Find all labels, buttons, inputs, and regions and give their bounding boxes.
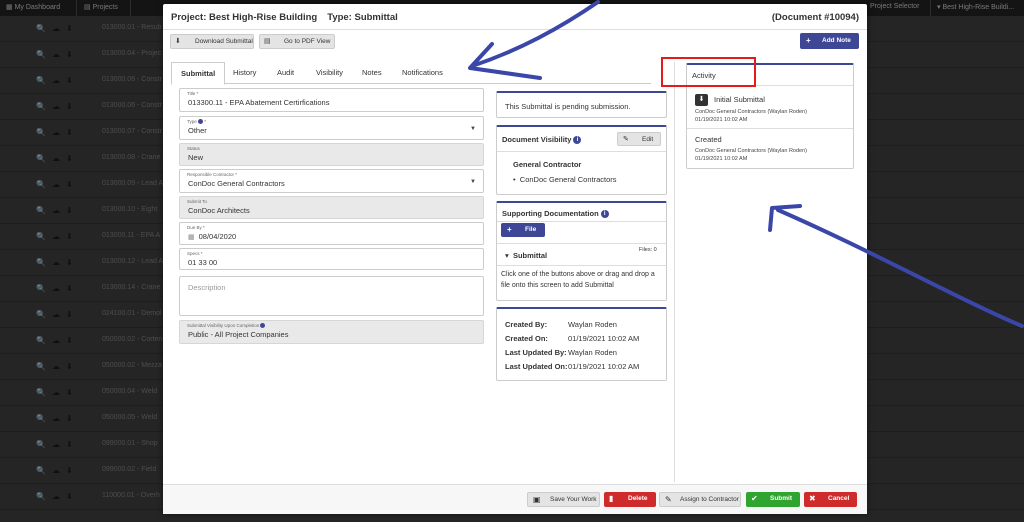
modal-header: Project: Best High-Rise Building Type: Su…	[163, 4, 867, 30]
modal-title: Project: Best High-Rise Building Type: Su…	[171, 12, 398, 23]
tab-visibility[interactable]: Visibility	[316, 68, 343, 77]
document-number: (Document #10094)	[771, 12, 859, 23]
assign-to-contractor-button[interactable]: ✎ Assign to Contractor	[659, 492, 741, 507]
save-icon: ▣	[533, 495, 541, 504]
calendar-icon: ▦	[188, 234, 195, 241]
due-by-field[interactable]: Due By * ▦ 08/04/2020	[179, 222, 484, 245]
tab-notifications[interactable]: Notifications	[402, 68, 443, 77]
document-icon: ▤	[264, 38, 271, 45]
caret-down-icon: ▼	[470, 126, 476, 132]
download-icon: ⬇	[175, 38, 181, 45]
pending-status-panel: This Submittal is pending submission.	[496, 91, 667, 118]
responsible-contractor-select[interactable]: Responsible Contractor * ConDoc General …	[179, 169, 484, 193]
info-icon	[198, 119, 204, 125]
tab-bar: Submittal History Audit Visibility Notes…	[171, 62, 651, 85]
document-meta-panel: Created By: Waylan Roden Created On: 01/…	[496, 307, 667, 381]
specs-field[interactable]: Specs * 01 33 00	[179, 248, 484, 270]
type-title: Type: Submittal	[327, 12, 398, 23]
save-your-work-button[interactable]: ▣ Save Your Work	[527, 492, 600, 507]
document-visibility-panel: Document Visibility i ✎ Edit General Cont…	[496, 125, 667, 195]
modal-footer: ▣ Save Your Work ▮ Delete ✎ Assign to Co…	[163, 484, 867, 514]
close-icon: ✖	[809, 494, 816, 503]
supporting-documentation-panel: Supporting Documentation i + File ▾ Submi…	[496, 201, 667, 301]
status-field: Status New	[179, 143, 484, 166]
plus-icon: +	[507, 225, 512, 234]
info-icon: i	[600, 210, 609, 219]
updated-by: Waylan Roden	[568, 348, 617, 357]
submit-to-field: Submit To ConDoc Architects	[179, 196, 484, 219]
files-count: Files: 0	[639, 247, 657, 253]
plus-icon: +	[806, 36, 811, 45]
updated-on: 01/19/2021 10:02 AM	[568, 362, 640, 371]
add-file-button[interactable]: + File	[501, 223, 545, 237]
project-title: Project: Best High-Rise Building	[171, 12, 318, 23]
title-field[interactable]: Title * 013300.11 - EPA Abatement Certir…	[179, 88, 484, 112]
tab-submittal[interactable]: Submittal	[171, 62, 226, 85]
drop-instructions-1: Click one of the buttons above or drag a…	[501, 271, 655, 278]
add-note-button[interactable]: + Add Note	[800, 33, 859, 49]
info-icon	[260, 323, 266, 329]
activity-item-initial-submittal[interactable]: Initial Submittal	[714, 95, 765, 104]
edit-box-icon: ✎	[665, 495, 672, 504]
visibility-group: General Contractor	[513, 160, 582, 169]
drop-instructions-2: file onto this screen to add Submittal	[501, 282, 614, 289]
check-icon: ✔	[751, 494, 758, 503]
description-textarea[interactable]: Description	[179, 276, 484, 316]
visibility-upon-completion-select[interactable]: Submittal Visibility Upon Completion Pub…	[179, 320, 484, 344]
created-on: 01/19/2021 10:02 AM	[568, 334, 640, 343]
trash-icon: ▮	[609, 494, 614, 503]
type-select[interactable]: Type * Other ▼	[179, 116, 484, 140]
created-by: Waylan Roden	[568, 320, 617, 329]
activity-item-created: Created	[695, 135, 722, 144]
tab-history[interactable]: History	[233, 68, 256, 77]
download-submittal-button[interactable]: ⬇ Download Submittal	[170, 34, 254, 49]
caret-down-icon: ▼	[470, 179, 476, 185]
edit-visibility-button[interactable]: ✎ Edit	[617, 132, 661, 146]
visibility-member: • ConDoc General Contractors	[513, 175, 617, 184]
pencil-icon: ✎	[623, 136, 629, 143]
tab-audit[interactable]: Audit	[277, 68, 294, 77]
delete-button[interactable]: ▮ Delete	[604, 492, 656, 507]
submittal-modal: Project: Best High-Rise Building Type: Su…	[163, 4, 867, 514]
info-icon: i	[573, 136, 582, 145]
go-to-pdf-button[interactable]: ▤ Go to PDF View	[259, 34, 335, 49]
activity-highlight-box	[661, 57, 756, 87]
submit-button[interactable]: ✔ Submit	[746, 492, 800, 507]
cancel-button[interactable]: ✖ Cancel	[804, 492, 857, 507]
tab-notes[interactable]: Notes	[362, 68, 382, 77]
download-icon[interactable]: ⬇	[695, 94, 708, 106]
submittal-section-toggle[interactable]: ▾ Submittal	[505, 251, 547, 260]
